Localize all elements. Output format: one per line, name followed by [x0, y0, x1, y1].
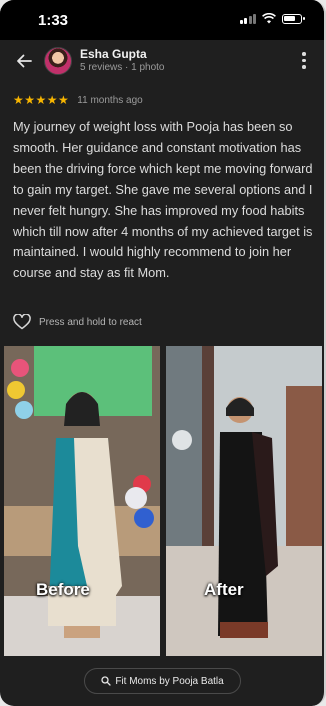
review-header: Esha Gupta 5 reviews · 1 photo [0, 40, 324, 84]
phone-screen: 1:33 Esha Gupta 5 reviews · 1 photo ★★★★… [0, 0, 326, 706]
before-caption: Before [36, 580, 90, 599]
react-label: Press and hold to react [39, 316, 142, 328]
search-icon [101, 676, 111, 686]
before-photo[interactable]: Before [4, 346, 160, 656]
avatar[interactable] [44, 47, 72, 75]
status-bar: 1:33 [0, 0, 324, 40]
react-control[interactable]: Press and hold to react [13, 314, 142, 330]
review-text: My journey of weight loss with Pooja has… [13, 119, 313, 281]
heart-outline-icon[interactable] [13, 314, 31, 330]
wifi-icon [262, 13, 276, 24]
place-chip-button[interactable]: Fit Moms by Pooja Batla [84, 668, 241, 694]
status-icons [239, 13, 305, 24]
star-rating: ★★★★★ [13, 93, 70, 107]
signal-icon [239, 13, 256, 24]
after-photo[interactable]: After [166, 346, 322, 656]
reviewer-meta: 5 reviews · 1 photo [80, 62, 165, 73]
back-arrow-icon[interactable] [14, 51, 34, 71]
more-vertical-icon[interactable] [302, 52, 306, 69]
place-chip-label: Fit Moms by Pooja Batla [115, 675, 224, 687]
after-caption: After [204, 580, 244, 599]
review-time: 11 months ago [77, 94, 143, 106]
rating-row: ★★★★★ 11 months ago [13, 93, 143, 107]
status-time: 1:33 [38, 12, 69, 29]
battery-icon [282, 13, 305, 24]
before-photo-illustration [4, 346, 160, 656]
reviewer-name[interactable]: Esha Gupta [80, 47, 147, 61]
after-photo-illustration [166, 346, 322, 656]
review-photos: Before After [4, 346, 322, 656]
